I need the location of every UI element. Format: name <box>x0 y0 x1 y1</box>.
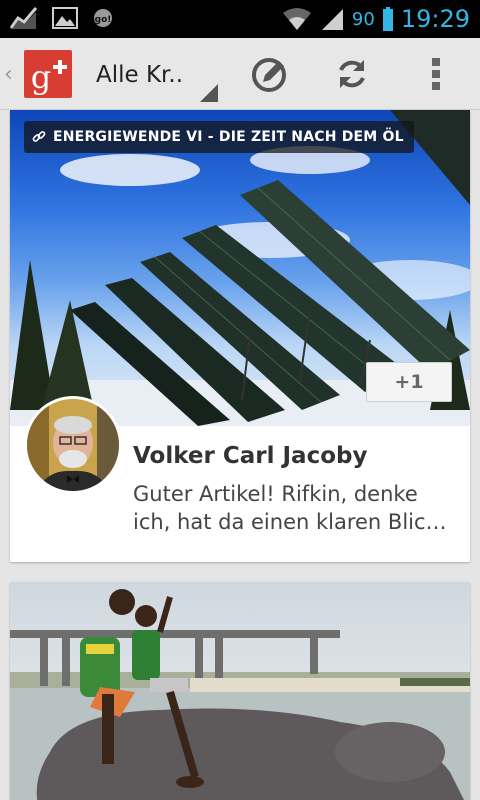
author-name[interactable]: Volker Carl Jacoby <box>133 443 367 469</box>
refresh-button[interactable] <box>332 54 372 94</box>
signal-icon <box>321 9 343 30</box>
album-tag[interactable]: ENERGIEWENDE VI - DIE ZEIT NACH DEM ÖL <box>24 121 414 153</box>
svg-text:g: g <box>31 58 51 96</box>
wifi-icon <box>282 8 311 30</box>
author-portrait <box>27 399 119 491</box>
google-plus-logo[interactable]: g <box>24 50 72 98</box>
post-snippet: Guter Artikel! Rifkin, denke ich, hat da… <box>133 482 438 534</box>
svg-text:go!: go! <box>95 15 112 25</box>
picture-icon <box>52 7 78 29</box>
compose-icon <box>252 58 286 92</box>
post-card[interactable] <box>10 582 470 800</box>
overflow-menu-icon <box>432 58 440 90</box>
post-card[interactable]: ENERGIEWENDE VI - DIE ZEIT NACH DEM ÖL +… <box>10 110 470 562</box>
dropdown-corner-icon <box>200 84 218 102</box>
status-bar: go! 90 19:29 <box>0 0 480 38</box>
gol-notification-icon: go! <box>94 9 112 27</box>
activity-graph-icon <box>10 7 38 29</box>
system-status-area: 90 19:29 <box>282 0 470 38</box>
battery-icon <box>382 7 393 31</box>
stream-selector-label: Alle Kr.. <box>96 62 184 88</box>
google-plus-icon: g <box>31 58 67 96</box>
refresh-icon <box>339 60 365 88</box>
album-tag-label: ENERGIEWENDE VI - DIE ZEIT NACH DEM ÖL <box>53 129 404 145</box>
up-caret-icon[interactable]: ‹ <box>4 62 13 87</box>
stream-selector[interactable]: Alle Kr.. <box>96 52 220 102</box>
post-photo[interactable]: ENERGIEWENDE VI - DIE ZEIT NACH DEM ÖL +… <box>10 110 470 426</box>
compose-button[interactable] <box>250 54 290 94</box>
overflow-menu-button[interactable] <box>416 54 456 94</box>
plus-one-button[interactable]: +1 <box>366 362 452 402</box>
post-photo[interactable] <box>10 582 470 800</box>
avatar[interactable] <box>24 396 122 494</box>
clock: 19:29 <box>400 5 470 33</box>
hippo-riders-image <box>10 589 470 800</box>
notification-area: go! <box>10 6 114 30</box>
battery-level-text: 90 <box>351 8 375 30</box>
link-icon <box>32 131 46 142</box>
action-bar: ‹ g Alle Kr.. <box>0 38 480 110</box>
